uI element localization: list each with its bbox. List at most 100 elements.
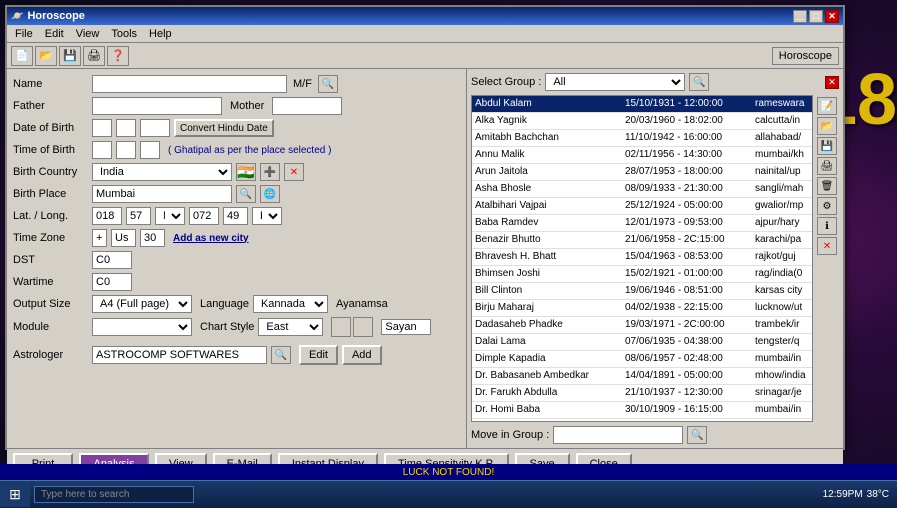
list-item[interactable]: Baba Ramdev 12/01/1973 - 09:53:00 ajpur/… bbox=[472, 215, 812, 232]
move-in-group-input[interactable] bbox=[553, 426, 683, 444]
lat-dir-select[interactable]: NS bbox=[155, 207, 185, 225]
person-place: rag/india(0 bbox=[755, 267, 809, 281]
name-label: Name bbox=[13, 78, 88, 90]
search-bar[interactable]: Type here to search bbox=[34, 486, 194, 503]
birth-country-select[interactable]: India bbox=[92, 163, 232, 181]
list-item[interactable]: Dr. Homi Baba 30/10/1909 - 16:15:00 mumb… bbox=[472, 402, 812, 419]
person-name: Dalai Lama bbox=[475, 335, 625, 349]
name-input[interactable] bbox=[92, 75, 287, 93]
dob-day[interactable] bbox=[92, 119, 112, 137]
maximize-button[interactable]: □ bbox=[809, 10, 823, 23]
menu-edit[interactable]: Edit bbox=[39, 27, 70, 41]
list-item[interactable]: Bill Clinton 19/06/1946 - 08:51:00 karsa… bbox=[472, 283, 812, 300]
tob-s[interactable] bbox=[140, 141, 160, 159]
dob-row: Date of Birth Convert Hindu Date bbox=[13, 119, 460, 137]
list-item[interactable]: Dr. Babasaneb Ambedkar 14/04/1891 - 05:0… bbox=[472, 368, 812, 385]
output-size-select[interactable]: A4 (Full page) bbox=[92, 295, 192, 313]
name-search-button[interactable]: 🔍 bbox=[318, 75, 338, 93]
astrologer-input[interactable] bbox=[92, 346, 267, 364]
list-btn-1[interactable]: 📝 bbox=[817, 97, 837, 115]
save-toolbar-btn[interactable]: 💾 bbox=[59, 46, 81, 66]
long-min-input[interactable] bbox=[223, 207, 248, 225]
add-button[interactable]: Add bbox=[342, 345, 382, 365]
dob-year[interactable] bbox=[140, 119, 170, 137]
chart-style-select[interactable]: East North South bbox=[258, 318, 323, 336]
group-close-btn[interactable]: ✕ bbox=[825, 76, 839, 89]
father-input[interactable] bbox=[92, 97, 222, 115]
list-item[interactable]: Atalbihari Vajpai 25/12/1924 - 05:00:00 … bbox=[472, 198, 812, 215]
person-place: mumbai/in bbox=[755, 403, 809, 417]
new-toolbar-btn[interactable]: 📄 bbox=[11, 46, 33, 66]
lat-min-input[interactable] bbox=[126, 207, 151, 225]
menu-file[interactable]: File bbox=[9, 27, 39, 41]
dst-input[interactable] bbox=[92, 251, 132, 269]
list-item[interactable]: Bhimsen Joshi 15/02/1921 - 01:00:00 rag/… bbox=[472, 266, 812, 283]
list-item[interactable]: Dimple Kapadia 08/06/1957 - 02:48:00 mum… bbox=[472, 351, 812, 368]
mother-input[interactable] bbox=[272, 97, 342, 115]
birth-place-row: Birth Place 🔍 🌐 bbox=[13, 185, 460, 203]
convert-hindu-button[interactable]: Convert Hindu Date bbox=[174, 119, 274, 137]
help-toolbar-btn[interactable]: ❓ bbox=[107, 46, 129, 66]
lat-deg-input[interactable] bbox=[92, 207, 122, 225]
edit-button[interactable]: Edit bbox=[299, 345, 338, 365]
long-deg-input[interactable] bbox=[189, 207, 219, 225]
person-date: 02/11/1956 - 14:30:00 bbox=[625, 148, 755, 162]
person-date: 15/10/1931 - 12:00:00 bbox=[625, 97, 755, 111]
list-item[interactable]: Arun Jaitola 28/07/1953 - 18:00:00 naini… bbox=[472, 164, 812, 181]
long-dir-select[interactable]: EW bbox=[252, 207, 282, 225]
menu-tools[interactable]: Tools bbox=[105, 27, 143, 41]
tz-m-input[interactable] bbox=[140, 229, 165, 247]
close-window-button[interactable]: ✕ bbox=[825, 10, 839, 23]
module-select[interactable] bbox=[92, 318, 192, 336]
list-item[interactable]: Dr. Farukh Abdulla 21/10/1937 - 12:30:00… bbox=[472, 385, 812, 402]
person-name: Bhimsen Joshi bbox=[475, 267, 625, 281]
list-btn-6[interactable]: ⚙ bbox=[817, 197, 837, 215]
menu-view[interactable]: View bbox=[70, 27, 106, 41]
country-add-icon[interactable]: ➕ bbox=[260, 163, 280, 181]
list-item[interactable]: Birju Maharaj 04/02/1938 - 22:15:00 luck… bbox=[472, 300, 812, 317]
list-item[interactable]: Dalai Lama 07/06/1935 - 04:38:00 tengste… bbox=[472, 334, 812, 351]
list-btn-2[interactable]: 📂 bbox=[817, 117, 837, 135]
list-item[interactable]: Abdul Kalam 15/10/1931 - 12:00:00 ramesw… bbox=[472, 96, 812, 113]
list-btn-7[interactable]: ℹ bbox=[817, 217, 837, 235]
menu-help[interactable]: Help bbox=[143, 27, 178, 41]
tz-sign-input[interactable] bbox=[92, 229, 107, 247]
birth-place-input[interactable] bbox=[92, 185, 232, 203]
birth-country-label: Birth Country bbox=[13, 166, 88, 178]
person-name: Asha Bhosle bbox=[475, 182, 625, 196]
open-toolbar-btn[interactable]: 📂 bbox=[35, 46, 57, 66]
group-icon-btn[interactable]: 🔍 bbox=[689, 73, 709, 91]
birth-place-search-icon[interactable]: 🔍 bbox=[236, 185, 256, 203]
person-place: allahabad/ bbox=[755, 131, 809, 145]
move-in-group-btn[interactable]: 🔍 bbox=[687, 426, 707, 444]
list-item[interactable]: Dadasaheb Phadke 19/03/1971 - 2C:00:00 t… bbox=[472, 317, 812, 334]
luc-bar: LUCK NOT FOUND! bbox=[0, 464, 897, 480]
group-select[interactable]: All bbox=[545, 73, 685, 91]
minimize-button[interactable]: _ bbox=[793, 10, 807, 23]
list-btn-8[interactable]: ✕ bbox=[817, 237, 837, 255]
list-item[interactable]: Benazir Bhutto 21/06/1958 - 2C:15:00 kar… bbox=[472, 232, 812, 249]
tob-m[interactable] bbox=[116, 141, 136, 159]
list-item[interactable]: Alka Yagnik 20/03/1960 - 18:02:00 calcut… bbox=[472, 113, 812, 130]
country-remove-icon[interactable]: ✕ bbox=[284, 163, 304, 181]
start-button[interactable]: ⊞ bbox=[0, 483, 30, 507]
list-item[interactable]: Annu Malik 02/11/1956 - 14:30:00 mumbai/… bbox=[472, 147, 812, 164]
list-item[interactable]: Asha Bhosle 08/09/1933 - 21:30:00 sangli… bbox=[472, 181, 812, 198]
tz-h-input[interactable] bbox=[111, 229, 136, 247]
dob-month[interactable] bbox=[116, 119, 136, 137]
person-name: Birju Maharaj bbox=[475, 301, 625, 315]
tob-h[interactable] bbox=[92, 141, 112, 159]
list-item[interactable]: Bhravesh H. Bhatt 15/04/1963 - 08:53:00 … bbox=[472, 249, 812, 266]
wartime-input[interactable] bbox=[92, 273, 132, 291]
language-select[interactable]: Kannada bbox=[253, 295, 328, 313]
astrologer-search-button[interactable]: 🔍 bbox=[271, 346, 291, 364]
module-label: Module bbox=[13, 321, 88, 333]
birth-place-globe-icon[interactable]: 🌐 bbox=[260, 185, 280, 203]
print-toolbar-btn[interactable]: 🖨 bbox=[83, 46, 105, 66]
list-item[interactable]: Amitabh Bachchan 11/10/1942 - 16:00:00 a… bbox=[472, 130, 812, 147]
add-new-city-link[interactable]: Add as new city bbox=[173, 233, 249, 244]
list-btn-5[interactable]: 🗑 bbox=[817, 177, 837, 195]
list-btn-3[interactable]: 💾 bbox=[817, 137, 837, 155]
people-list[interactable]: Abdul Kalam 15/10/1931 - 12:00:00 ramesw… bbox=[471, 95, 813, 422]
list-btn-4[interactable]: 🖨 bbox=[817, 157, 837, 175]
